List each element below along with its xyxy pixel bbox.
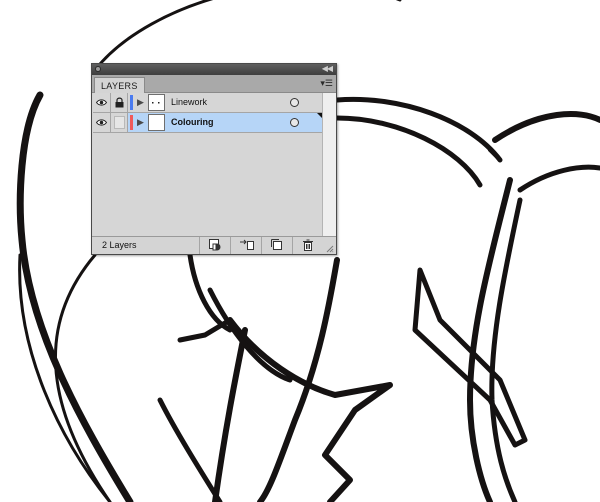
layer-count: 2 Layers	[102, 240, 137, 250]
make-clipping-mask-icon	[209, 239, 221, 251]
make-clipping-mask-button[interactable]	[199, 237, 230, 254]
scrollbar[interactable]	[322, 93, 336, 236]
visibility-toggle[interactable]	[93, 93, 111, 112]
layer-thumbnail	[148, 114, 165, 131]
create-new-layer-button[interactable]	[261, 237, 292, 254]
target-circle-icon[interactable]	[290, 98, 299, 107]
unlocked-box	[114, 116, 125, 129]
layers-panel: ◀◀ LAYERS ▾☰ ▶ Linework ▶ Colouring 2 La…	[91, 63, 337, 255]
resize-grip-icon[interactable]	[326, 245, 334, 253]
visibility-toggle[interactable]	[93, 113, 111, 132]
layer-name-cell[interactable]: ▶ Linework	[128, 93, 322, 112]
expand-triangle-icon[interactable]: ▶	[137, 97, 144, 108]
panel-footer: 2 Layers	[92, 236, 336, 254]
create-sublayer-icon	[240, 239, 254, 250]
layer-color-swatch	[130, 115, 133, 130]
lock-icon	[115, 97, 124, 108]
panel-tab-row: LAYERS ▾☰	[92, 75, 336, 94]
layer-name: Colouring	[171, 117, 214, 127]
layer-row-linework[interactable]: ▶ Linework	[93, 93, 322, 113]
create-new-layer-icon	[271, 239, 282, 250]
face-opening	[227, 317, 393, 502]
layer-name: Linework	[171, 97, 208, 107]
lock-toggle[interactable]	[111, 93, 128, 112]
panel-titlebar[interactable]: ◀◀	[92, 64, 336, 75]
tab-layers[interactable]: LAYERS	[94, 77, 145, 94]
crest-arc	[334, 96, 503, 163]
layers-list: ▶ Linework ▶ Colouring	[93, 93, 322, 236]
right-crest	[492, 111, 600, 143]
eye-icon	[96, 119, 107, 126]
eye-icon	[96, 99, 107, 106]
neck-curve	[157, 397, 223, 502]
target-circle-icon[interactable]	[290, 118, 299, 127]
close-icon[interactable]	[95, 66, 101, 72]
layer-name-cell[interactable]: ▶ Colouring	[128, 113, 322, 132]
layer-thumbnail	[148, 94, 165, 111]
delete-layer-button[interactable]	[292, 237, 323, 254]
layer-color-swatch	[130, 95, 133, 110]
lock-toggle[interactable]	[111, 113, 128, 132]
outer-circle-stroke	[93, 0, 402, 72]
layer-row-colouring[interactable]: ▶ Colouring	[93, 113, 322, 133]
panel-menu-icon[interactable]: ▾☰	[319, 78, 333, 89]
create-sublayer-button[interactable]	[230, 237, 261, 254]
expand-triangle-icon[interactable]: ▶	[137, 117, 144, 128]
delete-layer-icon	[303, 239, 313, 251]
collapse-arrows-icon[interactable]: ◀◀	[322, 63, 333, 74]
